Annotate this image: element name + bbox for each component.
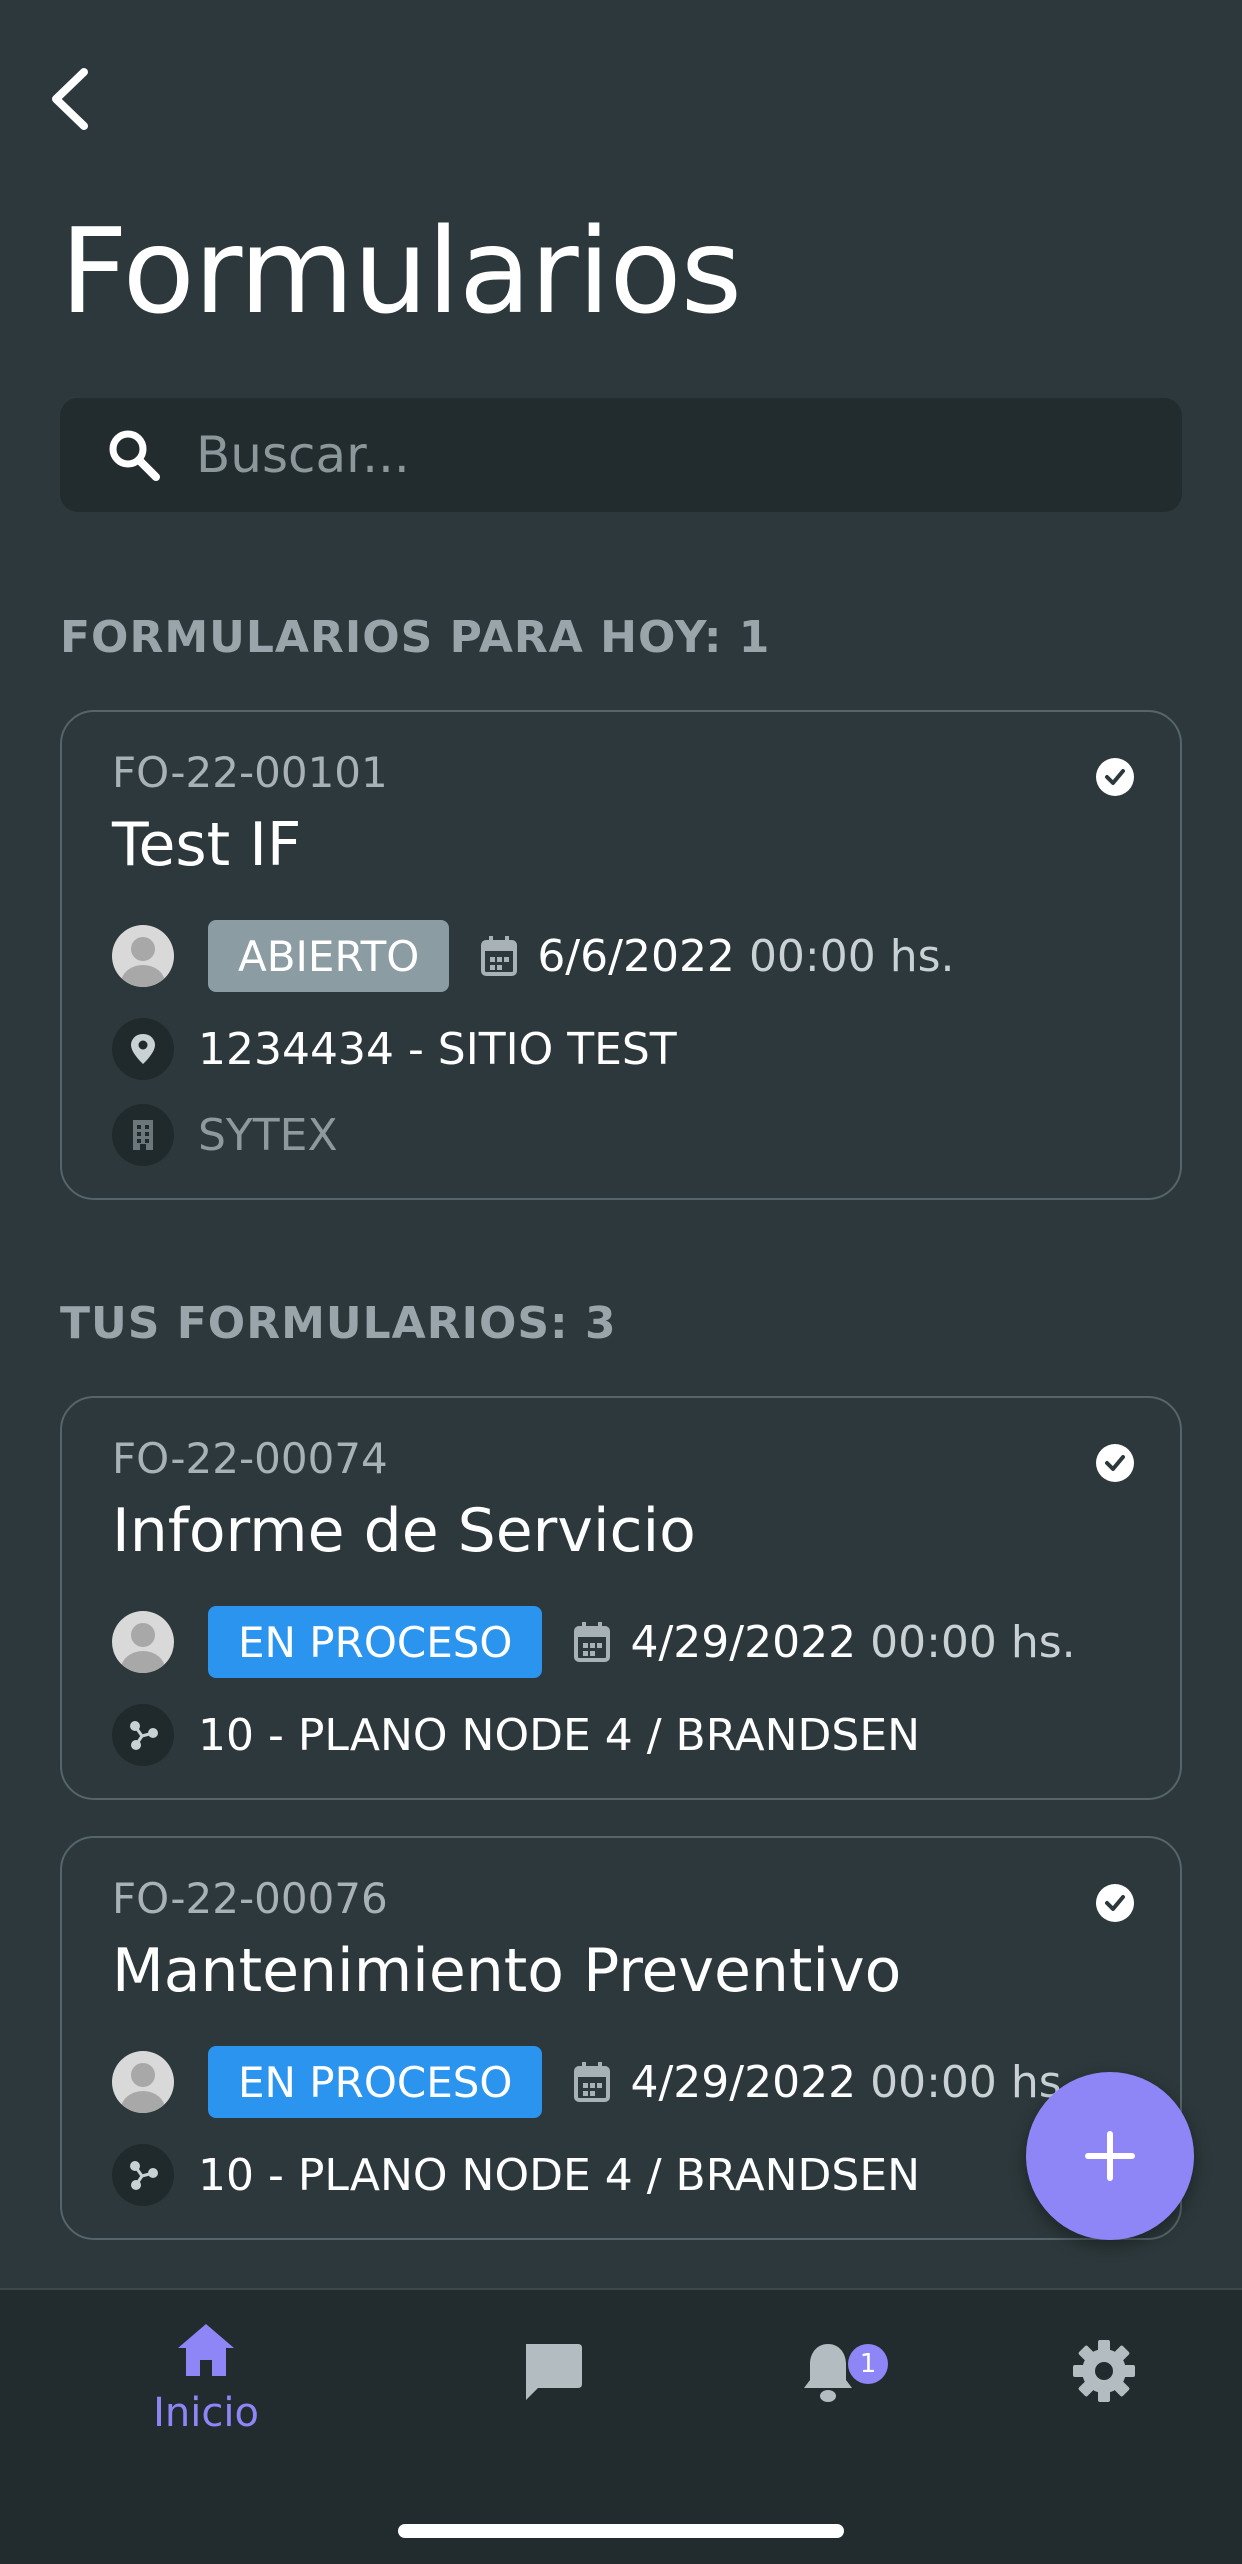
- network-node-icon: [112, 2144, 174, 2206]
- section-header-today: FORMULARIOS PARA HOY: 1: [60, 612, 771, 663]
- form-date: 4/29/2022: [630, 1616, 857, 1668]
- search-bar[interactable]: [60, 398, 1182, 512]
- chat-icon: [526, 2344, 582, 2400]
- calendar-icon: [479, 935, 519, 977]
- status-row: ABIERTO 6/6/2022 00:00 hs.: [112, 920, 955, 992]
- form-date: 4/29/2022: [630, 2056, 857, 2108]
- bottom-nav: Inicio 1: [0, 2288, 1242, 2564]
- form-code: FO-22-00076: [112, 1874, 388, 1923]
- avatar: [112, 1611, 174, 1673]
- page-title: Formularios: [60, 202, 742, 340]
- avatar: [112, 2051, 174, 2113]
- gear-icon: [1073, 2340, 1135, 2402]
- calendar-icon: [572, 1621, 612, 1663]
- form-title: Test IF: [112, 810, 302, 880]
- plus-icon: [1085, 2131, 1135, 2181]
- check-circle-icon: [1096, 1444, 1134, 1482]
- nav-item-home[interactable]: Inicio: [106, 2320, 306, 2436]
- location-pin-icon: [112, 1018, 174, 1080]
- status-badge: EN PROCESO: [208, 2046, 543, 2118]
- form-card[interactable]: FO-22-00074 Informe de Servicio EN PROCE…: [60, 1396, 1182, 1800]
- form-card[interactable]: FO-22-00076 Mantenimiento Preventivo EN …: [60, 1836, 1182, 2240]
- avatar: [112, 925, 174, 987]
- status-badge: EN PROCESO: [208, 1606, 543, 1678]
- form-location: 10 - PLANO NODE 4 / BRANDSEN: [198, 1709, 921, 1761]
- search-icon: [104, 425, 164, 485]
- network-node-icon: [112, 1704, 174, 1766]
- nav-item-notifications[interactable]: 1: [728, 2340, 928, 2406]
- nav-label-home: Inicio: [153, 2390, 259, 2436]
- nav-item-settings[interactable]: [1004, 2338, 1204, 2404]
- status-badge: ABIERTO: [208, 920, 450, 992]
- form-title: Mantenimiento Preventivo: [112, 1936, 902, 2006]
- forms-screen: Formularios FORMULARIOS PARA HOY: 1 FO-2…: [0, 0, 1242, 2564]
- form-date: 6/6/2022: [537, 930, 735, 982]
- form-company: SYTEX: [198, 1109, 338, 1161]
- status-row: EN PROCESO 4/29/2022 00:00 hs.: [112, 1606, 1076, 1678]
- calendar-icon: [572, 2061, 612, 2103]
- form-location: 1234434 - SITIO TEST: [198, 1023, 677, 1075]
- home-icon: [178, 2324, 234, 2376]
- location-row: 10 - PLANO NODE 4 / BRANDSEN: [112, 1704, 920, 1766]
- chevron-left-icon: [52, 68, 88, 130]
- location-row: 1234434 - SITIO TEST: [112, 1018, 677, 1080]
- form-title: Informe de Servicio: [112, 1496, 696, 1566]
- form-time: 00:00 hs.: [748, 930, 955, 982]
- form-time: 00:00 hs.: [870, 1616, 1076, 1668]
- location-row: 10 - PLANO NODE 4 / BRANDSEN: [112, 2144, 920, 2206]
- home-indicator: [398, 2524, 844, 2538]
- search-input[interactable]: [196, 398, 1182, 512]
- form-code: FO-22-00101: [112, 748, 388, 797]
- form-code: FO-22-00074: [112, 1434, 388, 1483]
- back-button[interactable]: [40, 62, 100, 136]
- add-form-button[interactable]: [1026, 2072, 1194, 2240]
- form-location: 10 - PLANO NODE 4 / BRANDSEN: [198, 2149, 921, 2201]
- check-circle-icon: [1096, 1884, 1134, 1922]
- building-icon: [112, 1104, 174, 1166]
- status-row: EN PROCESO 4/29/2022 00:00 hs.: [112, 2046, 1076, 2118]
- nav-item-messages[interactable]: [452, 2340, 652, 2404]
- company-row: SYTEX: [112, 1104, 338, 1166]
- bell-icon: [804, 2344, 852, 2402]
- form-time: 00:00 hs.: [870, 2056, 1076, 2108]
- form-card[interactable]: FO-22-00101 Test IF ABIERTO 6/6/2022 00:…: [60, 710, 1182, 1200]
- check-circle-icon: [1096, 758, 1134, 796]
- notification-badge: 1: [848, 2344, 888, 2384]
- section-header-yours: TUS FORMULARIOS: 3: [60, 1298, 617, 1349]
